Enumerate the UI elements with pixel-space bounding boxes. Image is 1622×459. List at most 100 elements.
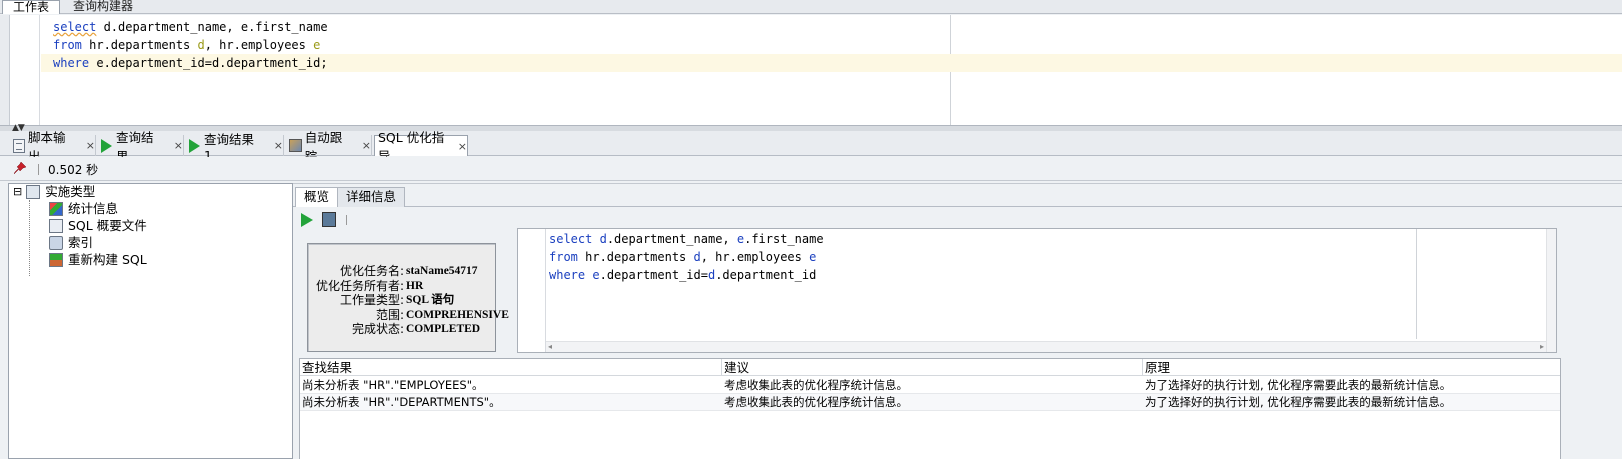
code-text: e.department_id=d.department_id; [89, 56, 328, 70]
close-icon[interactable]: × [86, 139, 95, 152]
tree-item-label: SQL 概要文件 [68, 218, 147, 233]
summary-row: 工作量类型: SQL 语句 [308, 293, 497, 308]
summary-key: 范围: [375, 307, 404, 322]
summary-value: staName54717 [406, 265, 478, 277]
summary-row: 优化任务名: staName54717 [308, 264, 497, 279]
table-cell: 尚未分析表 "HR"."DEPARTMENTS"。 [302, 395, 501, 409]
restructure-sql-icon [49, 252, 63, 267]
detail-tab-bar: 概览 详细信息 [293, 185, 1622, 207]
summary-row: 范围: COMPREHENSIVE [308, 307, 509, 323]
code-text: , hr.employees [204, 38, 314, 52]
tree-item-label: 统计信息 [68, 201, 119, 216]
autotrace-icon [289, 139, 302, 152]
scroll-left-icon[interactable]: ◂ [548, 342, 552, 351]
sql-line: from hr.departments d, hr.employees e [549, 248, 816, 266]
close-icon[interactable]: × [174, 139, 183, 152]
tab-sql-tuning-advisor[interactable]: SQL 优化指导 × [374, 130, 468, 164]
table-cell: 尚未分析表 "HR"."EMPLOYEES"。 [302, 378, 484, 392]
run-query-icon [189, 138, 200, 153]
tree-item-sql-profile[interactable]: SQL 概要文件 [49, 217, 147, 234]
sql-line: select d.department_name, e.first_name [549, 230, 824, 248]
code-text: , hr.employees [700, 250, 810, 264]
code-line-current[interactable]: where e.department_id=d.department_id; [41, 54, 1622, 72]
sql-profile-icon [49, 218, 63, 233]
code-text: .department_name, [606, 232, 737, 246]
vertical-scrollbar[interactable] [1546, 229, 1556, 352]
run-icon[interactable] [301, 213, 313, 227]
sql-right-margin-line [1416, 229, 1417, 339]
table-cell: 考虑收集此表的优化程序统计信息。 [724, 395, 908, 409]
table-cell: 考虑收集此表的优化程序统计信息。 [724, 378, 908, 392]
tree-item-label: 重新构建 SQL [68, 252, 147, 267]
sql-statement-viewer[interactable]: select d.department_name, e.first_name f… [517, 228, 1557, 353]
column-header-recommendation[interactable]: 建议 [722, 359, 1143, 376]
code-text: d.department_name, e.first_name [96, 20, 328, 34]
tree-item-label: 索引 [68, 235, 94, 250]
tab-query-builder[interactable]: 查询构建器 [63, 0, 143, 14]
tab-autotrace[interactable]: 自动跟踪 × [286, 130, 372, 164]
tab-details[interactable]: 详细信息 [337, 187, 406, 207]
keyword: select [53, 20, 97, 34]
code-text: hr.departments [577, 250, 694, 264]
table-row[interactable]: 尚未分析表 "HR"."DEPARTMENTS"。 考虑收集此表的优化程序统计信… [300, 394, 1560, 411]
tab-overview[interactable]: 概览 [295, 187, 339, 207]
tree-root[interactable]: ⊟ 实施类型 [13, 183, 95, 200]
tuning-detail-pane: 概览 详细信息 优化任务名: staName54717 优化任务所有者: HR … [293, 183, 1622, 459]
tree-guide-lines [29, 200, 49, 276]
column-header-finding[interactable]: 查找结果 [300, 359, 722, 376]
close-icon[interactable]: × [274, 139, 283, 152]
table-cell: 为了选择好的执行计划, 优化程序需要此表的最新统计信息。 [1145, 378, 1452, 392]
tab-script-output[interactable]: 脚本输出 × [10, 130, 96, 164]
code-text: .first_name [744, 232, 824, 246]
findings-table: 查找结果 建议 原理 尚未分析表 "HR"."EMPLOYEES"。 考虑收集此… [299, 358, 1561, 459]
code-text: hr.departments [81, 38, 198, 52]
summary-row: 完成状态: COMPLETED [308, 322, 497, 337]
sql-editor[interactable]: select d.department_name, e.first_name f… [0, 15, 1622, 125]
task-summary: 优化任务名: staName54717 优化任务所有者: HR 工作量类型: S… [307, 243, 509, 352]
tab-query-result-1[interactable]: 查询结果 1 × [186, 132, 284, 163]
tree-item-statistics[interactable]: 统计信息 [49, 200, 118, 217]
summary-value: SQL 语句 [406, 294, 455, 306]
implementation-type-tree: ⊟ 实施类型 统计信息 SQL 概要文件 索引 重新构建 SQL [8, 183, 293, 459]
table-cell: 为了选择好的执行计划, 优化程序需要此表的最新统计信息。 [1145, 395, 1452, 409]
pin-icon[interactable] [14, 162, 26, 174]
code-line[interactable]: select d.department_name, e.first_name [53, 18, 328, 36]
table-row[interactable]: 尚未分析表 "HR"."EMPLOYEES"。 考虑收集此表的优化程序统计信息。… [300, 377, 1560, 394]
summary-value: COMPREHENSIVE [406, 308, 509, 321]
report-icon[interactable] [322, 212, 336, 227]
toolbar-separator [346, 215, 347, 225]
table-alias: e [809, 250, 817, 264]
summary-key: 工作量类型: [339, 293, 404, 307]
summary-value: HR [406, 279, 424, 292]
code-line[interactable]: from hr.departments d, hr.employees e [53, 36, 320, 54]
script-output-icon [13, 138, 25, 153]
top-tab-bar: 工作表 查询构建器 [0, 0, 1622, 14]
code-text: .department_id [715, 268, 817, 282]
column-header-rationale[interactable]: 原理 [1143, 359, 1560, 376]
sql-gutter [518, 229, 546, 352]
tab-query-result[interactable]: 查询结果 × [98, 130, 184, 164]
summary-value: COMPLETED [406, 323, 481, 335]
close-icon[interactable]: × [458, 140, 467, 153]
table-alias: d [197, 38, 205, 52]
tree-item-restructure-sql[interactable]: 重新构建 SQL [49, 251, 147, 268]
horizontal-scrollbar[interactable]: ◂ ▸ [546, 341, 1546, 352]
keyword: from [549, 250, 578, 264]
toolbar-separator [38, 164, 39, 175]
scroll-right-icon[interactable]: ▸ [1540, 342, 1544, 351]
folder-icon [26, 184, 41, 199]
elapsed-time: 0.502 秒 [48, 163, 99, 177]
summary-key: 完成状态: [351, 322, 404, 336]
tree-item-index[interactable]: 索引 [49, 234, 93, 251]
code-text: .department_id= [599, 268, 708, 282]
collapse-icon[interactable]: ⊟ [13, 183, 22, 200]
sql-line: where e.department_id=d.department_id [549, 266, 816, 284]
tab-worksheet[interactable]: 工作表 [2, 0, 61, 14]
tree-root-label: 实施类型 [45, 184, 96, 199]
keyword: where [549, 268, 586, 282]
table-alias: e [592, 268, 600, 282]
keyword: from [53, 38, 82, 52]
close-icon[interactable]: × [362, 139, 371, 152]
result-toolbar: 0.502 秒 [0, 157, 1622, 181]
